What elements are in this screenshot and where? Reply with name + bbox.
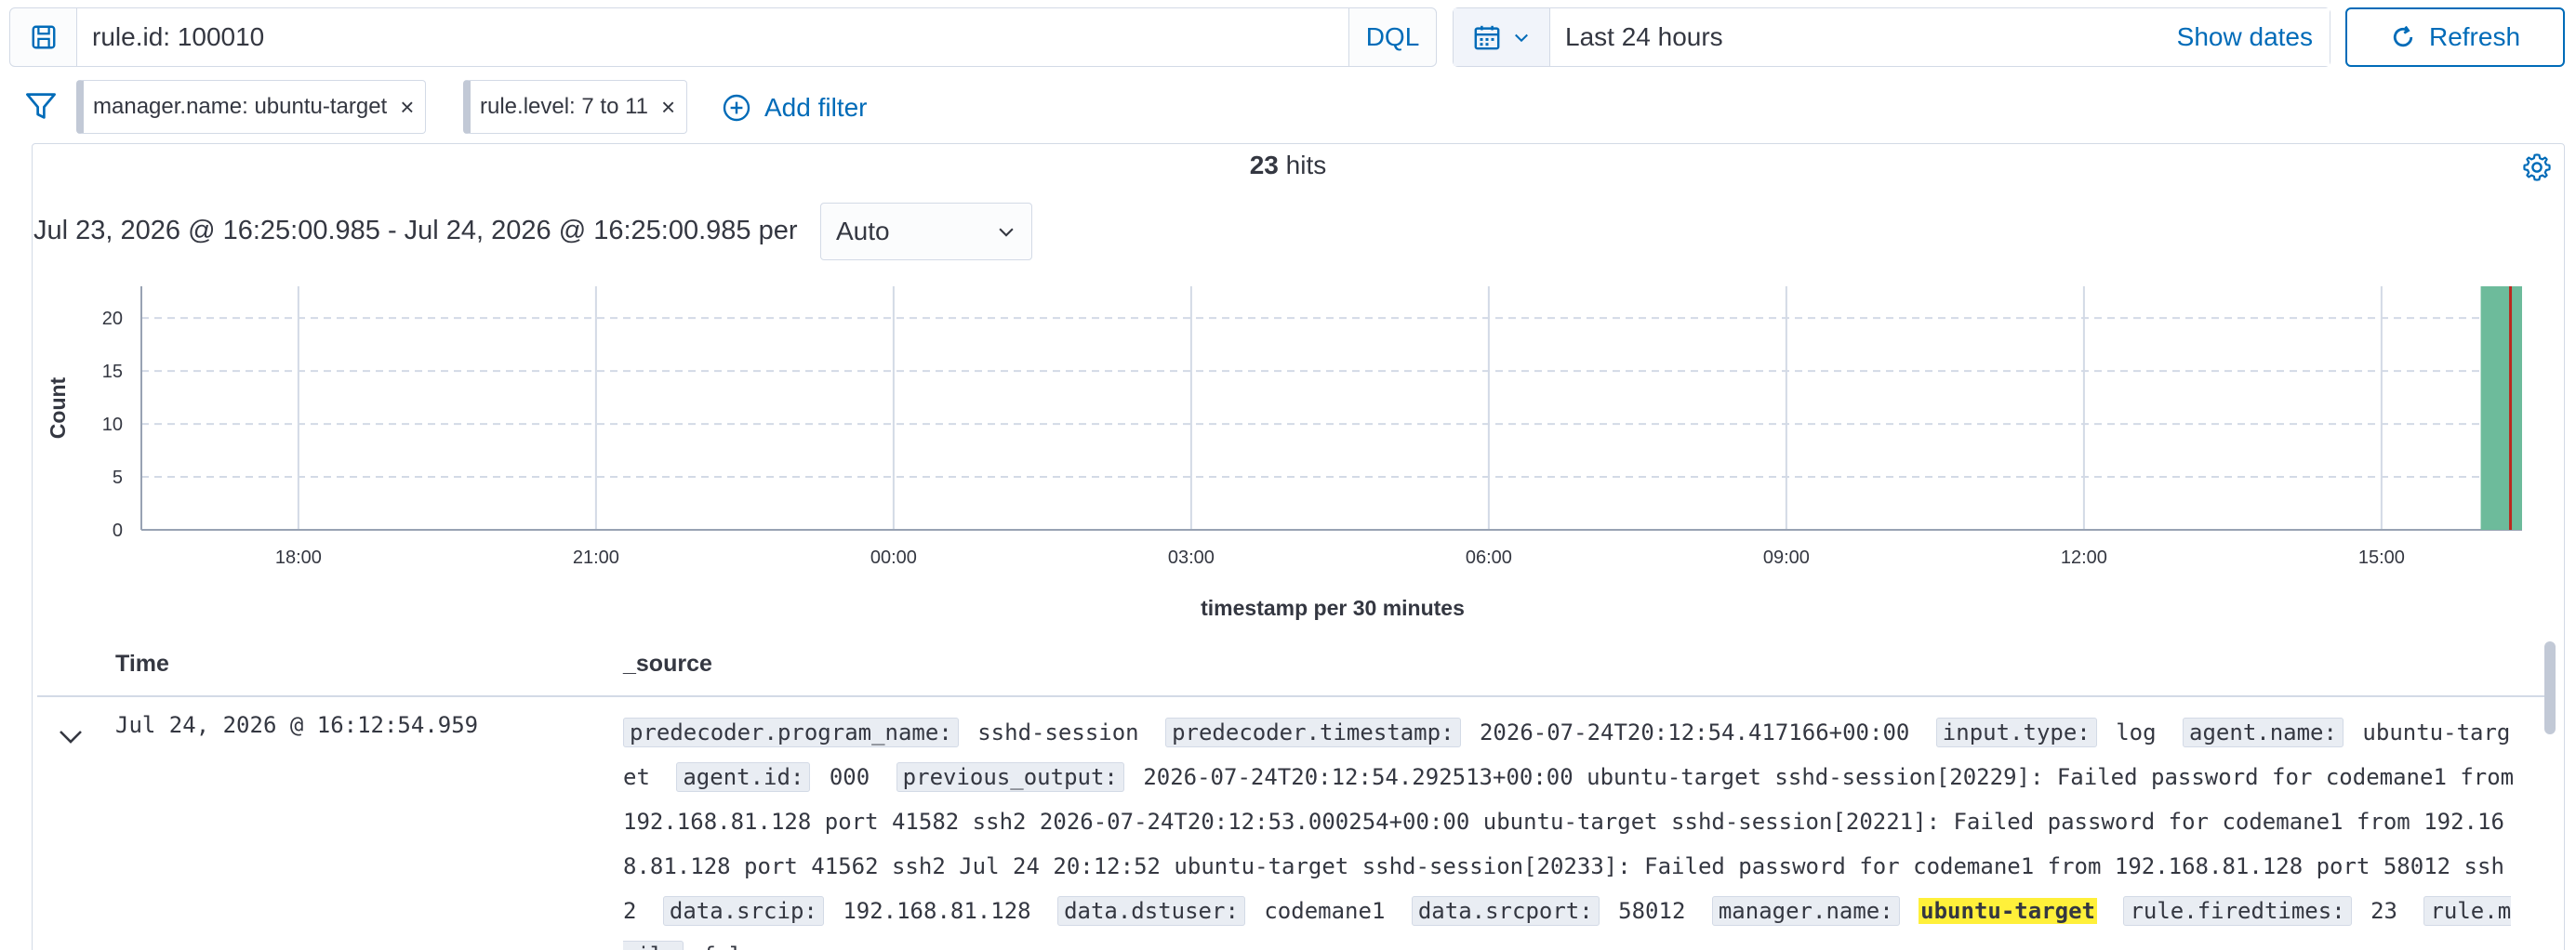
y-tick-label: 5 <box>113 468 123 488</box>
save-icon <box>32 25 55 49</box>
table-header-divider <box>37 695 2544 697</box>
source-field-value: 23 <box>2370 898 2397 924</box>
column-header-time[interactable]: Time <box>115 651 169 678</box>
filter-pill-label: manager.name: ubuntu-target <box>93 94 388 119</box>
search-input[interactable]: rule.id: 100010 <box>77 8 1348 66</box>
time-range-label: Jul 23, 2026 @ 16:25:00.985 - Jul 24, 20… <box>33 216 798 245</box>
query-language-button[interactable]: DQL <box>1348 8 1436 66</box>
table-scrollbar[interactable] <box>2544 641 2556 734</box>
y-axis-title: Count <box>46 376 70 439</box>
filter-icon[interactable] <box>24 89 58 123</box>
hits-histogram: 0 5 10 15 20 18:00 21:00 00:00 03:00 06:00 09:00 12… <box>46 286 2522 620</box>
column-header-source[interactable]: _source <box>623 651 712 678</box>
date-range-text[interactable]: Last 24 hours <box>1550 8 2177 66</box>
filter-pill-rule-level[interactable]: rule.level: 7 to 11 × <box>463 80 688 134</box>
y-tick-label: 10 <box>102 415 123 435</box>
query-bar: rule.id: 100010 DQL <box>9 7 1437 67</box>
filter-pill-label: rule.level: 7 to 11 <box>480 94 648 119</box>
x-tick-label: 18:00 <box>275 548 322 568</box>
x-axis-title: timestamp per 30 minutes <box>1201 596 1465 620</box>
source-field-key: agent.id: <box>676 762 811 792</box>
x-tick-label: 00:00 <box>870 548 917 568</box>
interval-value: Auto <box>836 217 890 245</box>
y-tick-label: 0 <box>113 521 123 541</box>
x-tick-label: 21:00 <box>573 548 619 568</box>
refresh-button[interactable]: Refresh <box>2345 7 2565 67</box>
source-field-key: predecoder.timestamp: <box>1165 718 1461 747</box>
source-field-key: manager.name: <box>1711 896 1900 926</box>
x-tick-label: 06:00 <box>1466 548 1512 568</box>
add-filter-button[interactable]: Add filter <box>722 87 868 128</box>
source-field-key: previous_output: <box>896 762 1124 792</box>
quick-date-menu-button[interactable] <box>1454 8 1550 66</box>
close-icon[interactable]: × <box>400 93 414 122</box>
source-field-value: 2026-07-24T20:12:54.417166+00:00 <box>1479 719 1910 745</box>
y-tick-label: 20 <box>102 309 123 329</box>
interval-select[interactable]: Auto <box>820 203 1032 260</box>
close-icon[interactable]: × <box>661 93 675 122</box>
search-highlight: ubuntu-target <box>1919 898 2097 924</box>
source-field-value: 58012 <box>1618 898 1686 924</box>
gear-icon[interactable] <box>2522 152 2552 182</box>
hits-count: 23 hits <box>0 151 2576 180</box>
hits-number: 23 <box>1249 151 1279 179</box>
x-tick-label: 03:00 <box>1168 548 1215 568</box>
source-field-key: data.srcip: <box>662 896 824 926</box>
x-tick-label: 12:00 <box>2061 548 2107 568</box>
date-picker: Last 24 hours Show dates <box>1453 7 2330 67</box>
row-timestamp: Jul 24, 2026 @ 16:12:54.959 <box>115 712 479 738</box>
hits-label: hits <box>1285 151 1327 179</box>
chevron-down-icon <box>999 228 1014 237</box>
add-filter-label: Add filter <box>764 93 868 122</box>
histogram-bar <box>2480 286 2522 530</box>
row-source: predecoder.program_name: sshd-session pr… <box>623 710 2520 950</box>
saved-query-button[interactable] <box>10 8 77 66</box>
x-tick-label: 15:00 <box>2358 548 2405 568</box>
source-field-key: rule.firedtimes: <box>2123 896 2352 926</box>
source-field-value: 192.168.81.128 <box>843 898 1031 924</box>
source-field-key: agent.name: <box>2183 718 2344 747</box>
source-field-value: 000 <box>829 764 870 790</box>
source-field-value: sshd-session <box>977 719 1139 745</box>
calendar-icon <box>1474 25 1499 50</box>
refresh-icon <box>2393 25 2413 47</box>
chevron-down-icon[interactable] <box>56 721 86 751</box>
x-tick-label: 09:00 <box>1763 548 1810 568</box>
source-field-value: codemane1 <box>1264 898 1386 924</box>
source-field-key: predecoder.program_name: <box>623 718 959 747</box>
source-field-key: data.srcport: <box>1411 896 1600 926</box>
source-field-key: input.type: <box>1935 718 2097 747</box>
source-field-value: ubuntu-target <box>1919 898 2097 924</box>
y-tick-label: 15 <box>102 362 123 382</box>
plus-in-circle-icon <box>723 94 750 122</box>
source-field-value: log <box>2116 719 2157 745</box>
chevron-down-icon <box>1514 33 1528 43</box>
refresh-label: Refresh <box>2428 22 2521 51</box>
source-field-value: false <box>702 943 769 950</box>
filter-pill-manager-name[interactable]: manager.name: ubuntu-target × <box>76 80 427 134</box>
source-field-key: data.dstuser: <box>1057 896 1245 926</box>
show-dates-button[interactable]: Show dates <box>2176 8 2330 66</box>
